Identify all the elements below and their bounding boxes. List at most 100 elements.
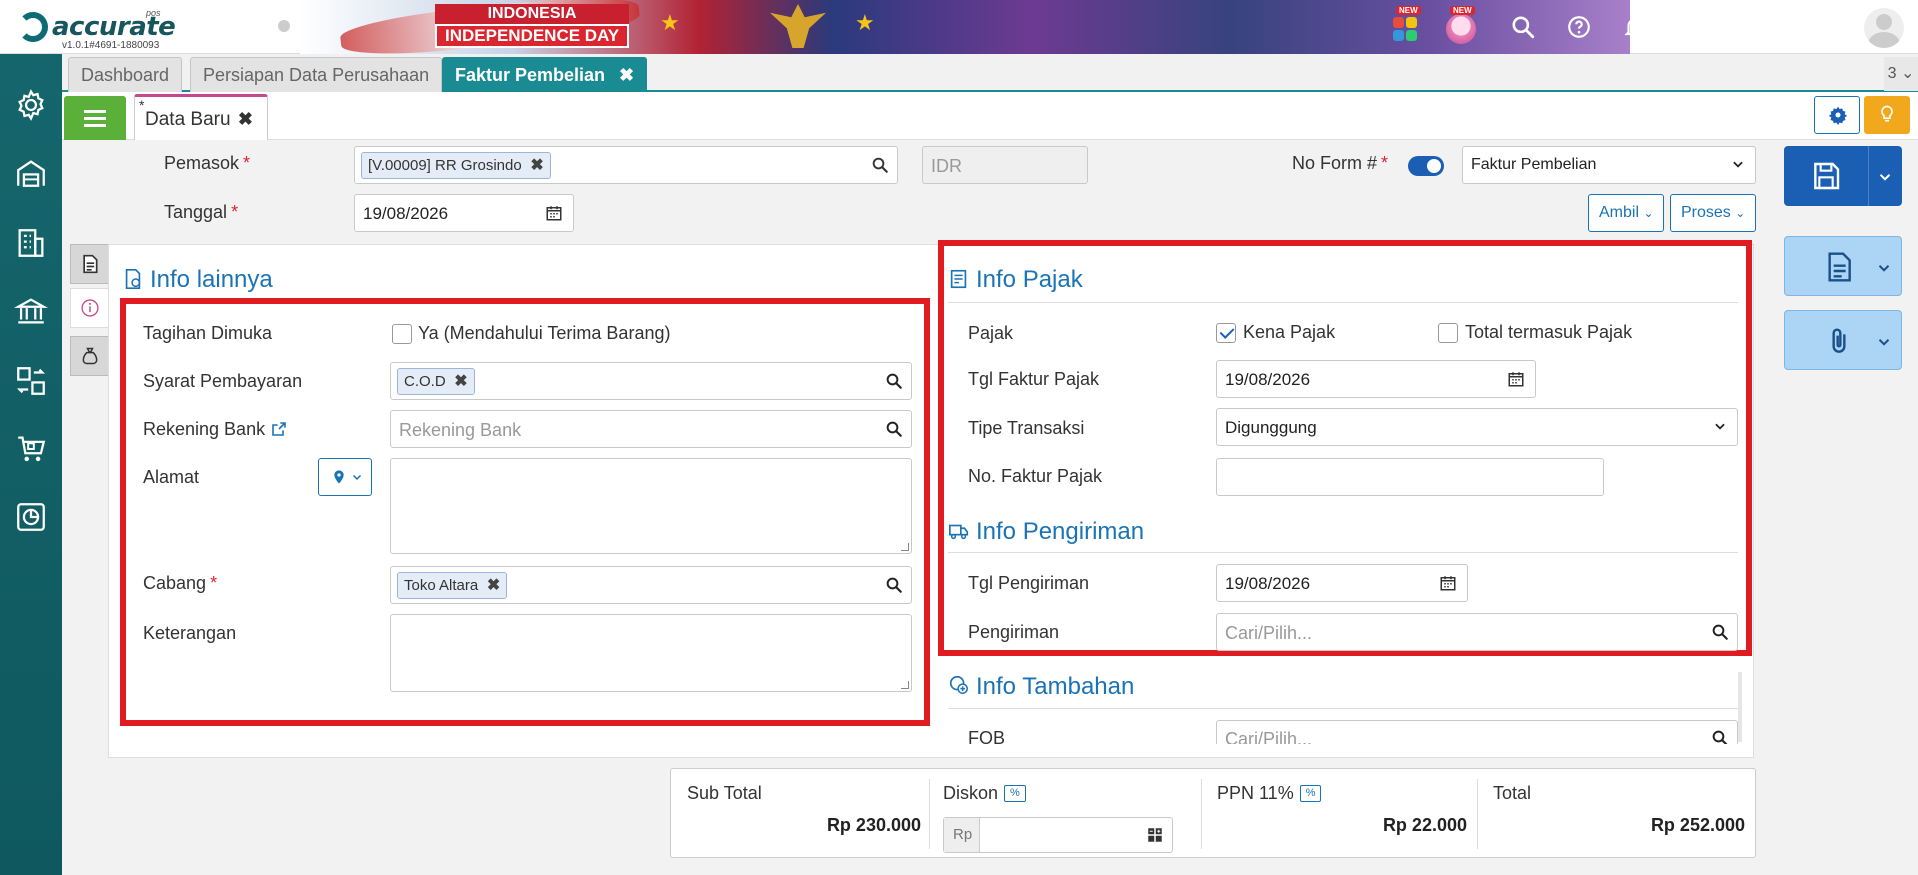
exchange-icon xyxy=(16,367,46,395)
no-form-label: No Form # * xyxy=(1292,153,1389,173)
total-termasuk-pajak-checkbox[interactable] xyxy=(1438,323,1458,343)
ppn-value: Rp 22.000 xyxy=(1382,815,1467,835)
calculator-icon[interactable] xyxy=(1146,826,1164,844)
diskon-currency: Rp xyxy=(953,826,973,843)
building-icon xyxy=(18,229,44,257)
ambil-label: Ambil xyxy=(1599,204,1640,221)
logo-mark-icon xyxy=(18,12,48,42)
address-picker-button[interactable] xyxy=(318,458,372,496)
diskon-input[interactable]: Rp xyxy=(943,817,1173,853)
sidebar-item-inventory[interactable] xyxy=(14,156,48,190)
document-print-button[interactable] xyxy=(1784,236,1902,296)
diskon-percent-toggle[interactable]: % xyxy=(1004,785,1026,802)
promo-sticker-button[interactable]: NEW xyxy=(1444,6,1478,44)
chevron-down-icon: ⌄ xyxy=(1900,65,1915,82)
bell-icon[interactable] xyxy=(1622,14,1648,40)
report-chart-icon xyxy=(17,503,45,531)
tgl-pengiriman-label: Tgl Pengiriman xyxy=(968,573,1090,593)
resize-handle[interactable] xyxy=(901,543,909,551)
syarat-chip: C.O.D ✖ xyxy=(397,368,475,395)
form-type-value: Faktur Pembelian xyxy=(1471,156,1597,173)
sidebar-item-reports[interactable] xyxy=(14,500,48,534)
proses-button[interactable]: Proses ⌄ xyxy=(1670,194,1756,232)
sidebar-item-bank[interactable] xyxy=(13,294,49,328)
sidebar-item-purchase[interactable] xyxy=(14,432,48,466)
calendar-icon[interactable] xyxy=(1507,370,1525,388)
ambil-button[interactable]: Ambil ⌄ xyxy=(1588,194,1664,232)
search-icon[interactable] xyxy=(1510,14,1536,40)
search-icon[interactable] xyxy=(885,420,903,438)
sidebar-item-settings[interactable] xyxy=(14,88,48,122)
cabang-value: Toko Altara xyxy=(404,577,479,594)
alamat-textarea[interactable] xyxy=(390,458,912,554)
pengiriman-input[interactable]: Cari/Pilih... xyxy=(1216,613,1738,651)
tab-faktur-pembelian[interactable]: Faktur Pembelian ✖ xyxy=(442,57,648,92)
syarat-pembayaran-input[interactable]: C.O.D ✖ xyxy=(390,362,912,400)
tagihan-dimuka-checkbox[interactable] xyxy=(392,324,412,344)
list-document-icon xyxy=(83,254,98,274)
search-icon[interactable] xyxy=(885,372,903,390)
kena-pajak-checkbox[interactable] xyxy=(1216,323,1236,343)
help-icon[interactable] xyxy=(1566,14,1592,40)
tab-persiapan-data-perusahaan[interactable]: Persiapan Data Perusahaan xyxy=(190,57,443,92)
calendar-icon[interactable] xyxy=(545,204,563,222)
close-tab-icon[interactable]: ✖ xyxy=(619,65,634,85)
vtab-payment[interactable] xyxy=(70,336,110,376)
calendar-icon[interactable] xyxy=(1439,574,1457,592)
sidebar-item-company[interactable] xyxy=(14,226,48,260)
app-version: v1.0.1#4691-1880093 xyxy=(62,40,160,51)
vtab-detail-items[interactable] xyxy=(70,244,110,284)
tab-dashboard[interactable]: Dashboard xyxy=(68,57,183,92)
info-pengiriman-title: Info Pengiriman xyxy=(976,518,1145,545)
proses-label: Proses xyxy=(1681,204,1731,221)
money-bag-icon xyxy=(82,347,98,365)
company-info[interactable]: Altara Group Siti Fauziah xyxy=(1734,10,1842,47)
remove-chip-icon[interactable]: ✖ xyxy=(454,369,467,394)
tgl-pengiriman-input[interactable]: 19/08/2026 xyxy=(1216,564,1468,602)
remove-chip-icon[interactable]: ✖ xyxy=(487,573,500,598)
section-divider xyxy=(948,552,1738,553)
keterangan-textarea[interactable] xyxy=(390,614,912,692)
fob-row-clip: FOB Cari/Pilih... xyxy=(948,720,1748,744)
module-tab-bar: Dashboard Persiapan Data Perusahaan Fakt… xyxy=(62,54,1918,92)
search-icon[interactable] xyxy=(885,576,903,594)
ppn-percent-toggle[interactable]: % xyxy=(1299,785,1322,802)
chevron-down-icon xyxy=(1733,161,1743,168)
subtotal-cell: Sub Total Rp 230.000 xyxy=(671,769,931,857)
pemasok-label: Pemasok * xyxy=(164,153,251,173)
pajak-label: Pajak xyxy=(968,323,1014,343)
close-tab-icon[interactable]: ✖ xyxy=(238,109,253,130)
resize-handle[interactable] xyxy=(901,681,909,689)
apps-button[interactable]: NEW xyxy=(1390,6,1424,44)
pemasok-input[interactable]: [V.00009] RR Grosindo ✖ xyxy=(354,146,898,184)
fob-input[interactable]: Cari/Pilih... xyxy=(1216,720,1738,744)
remove-chip-icon[interactable]: ✖ xyxy=(530,153,543,178)
user-avatar[interactable] xyxy=(1864,8,1904,48)
diskon-label: Diskon% xyxy=(943,783,1026,804)
search-icon[interactable] xyxy=(871,156,889,174)
tanggal-input[interactable]: 19/08/2026 xyxy=(354,194,574,232)
tgl-pengiriman-value: 19/08/2026 xyxy=(1225,574,1311,593)
sidebar-item-transactions[interactable] xyxy=(14,364,48,398)
auto-number-toggle[interactable] xyxy=(1408,156,1444,176)
tab-count-menu[interactable]: 3 ⌄ xyxy=(1884,57,1918,91)
tipe-transaksi-select[interactable]: Digunggung xyxy=(1216,408,1738,446)
save-button[interactable] xyxy=(1784,146,1902,206)
search-icon[interactable] xyxy=(1711,623,1729,641)
vtab-info[interactable] xyxy=(70,288,110,328)
tab-data-baru[interactable]: * Data Baru ✖ xyxy=(134,94,268,140)
list-view-button[interactable] xyxy=(64,96,126,140)
rekening-bank-input[interactable]: Rekening Bank xyxy=(390,410,912,448)
form-settings-button[interactable] xyxy=(1814,96,1860,134)
tips-button[interactable] xyxy=(1864,96,1910,134)
pengiriman-label: Pengiriman xyxy=(968,622,1060,642)
form-type-select[interactable]: Faktur Pembelian xyxy=(1462,146,1756,184)
no-faktur-pajak-input[interactable] xyxy=(1216,458,1604,496)
user-name: Siti Fauziah xyxy=(1774,32,1842,47)
external-link-icon[interactable] xyxy=(271,421,287,437)
search-icon[interactable] xyxy=(1711,729,1729,744)
cabang-input[interactable]: Toko Altara ✖ xyxy=(390,566,912,604)
chevron-down-icon xyxy=(352,474,362,481)
tgl-faktur-pajak-input[interactable]: 19/08/2026 xyxy=(1216,360,1536,398)
attachment-button[interactable] xyxy=(1784,310,1902,370)
